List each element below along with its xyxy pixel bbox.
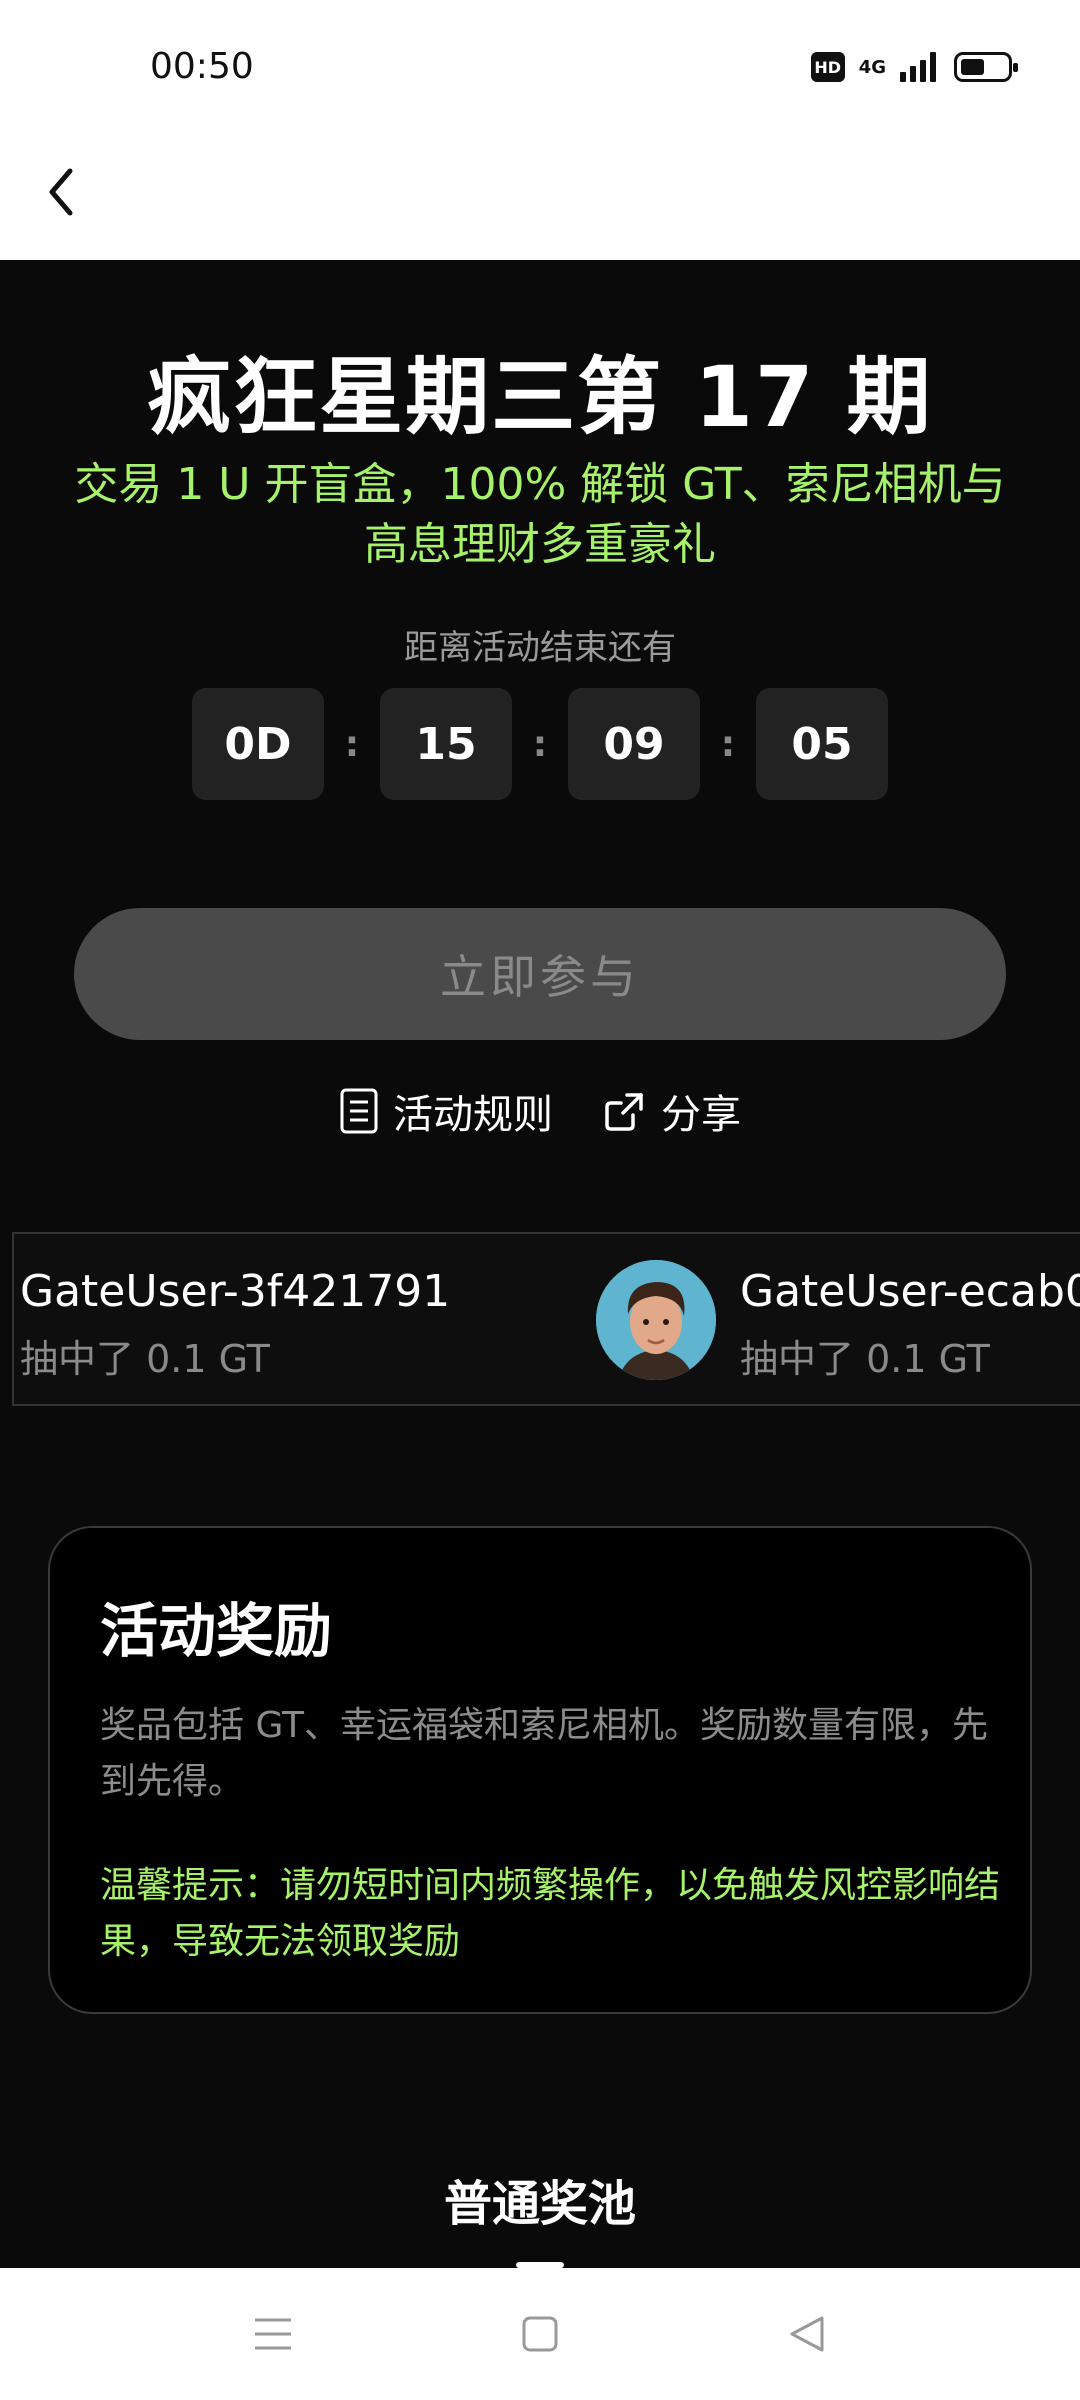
action-links: 活动规则 分享 bbox=[0, 1082, 1080, 1140]
winner-prize: 抽中了 0.1 GT bbox=[20, 1337, 270, 1381]
countdown-label: 距离活动结束还有 bbox=[404, 628, 676, 668]
network-type: 4G bbox=[858, 56, 886, 78]
countdown-separator: : bbox=[720, 723, 736, 765]
countdown-separator: : bbox=[532, 723, 548, 765]
home-button[interactable] bbox=[500, 2294, 580, 2374]
tab-normal-pool[interactable]: 普通奖池 bbox=[0, 2164, 1080, 2234]
winner-prize: 抽中了 0.1 GT bbox=[740, 1337, 990, 1381]
rewards-title: 活动奖励 bbox=[100, 1597, 333, 1665]
subtitle-line-2: 高息理财多重豪礼 bbox=[364, 519, 716, 570]
winner-username: GateUser-ecab0 bbox=[740, 1266, 1080, 1317]
rewards-card: 活动奖励 奖品包括 GT、幸运福袋和索尼相机。奖励数量有限，先到先得。 温馨提示… bbox=[48, 1526, 1032, 2014]
system-nav-bar bbox=[0, 2268, 1080, 2400]
square-icon bbox=[522, 2316, 558, 2352]
countdown-seconds: 05 bbox=[756, 688, 888, 800]
countdown-separator: : bbox=[344, 723, 360, 765]
page-title: 疯狂星期三第 17 期 bbox=[147, 348, 933, 446]
top-nav-bar bbox=[0, 142, 1080, 260]
share-icon bbox=[605, 1093, 643, 1131]
menu-button[interactable] bbox=[233, 2294, 313, 2374]
countdown-timer: 0D : 15 : 09 : 05 bbox=[0, 688, 1080, 800]
share-label: 分享 bbox=[661, 1092, 741, 1138]
back-nav-button[interactable] bbox=[767, 2294, 847, 2374]
triangle-back-icon bbox=[790, 2316, 824, 2352]
status-bar: 00:50 HD 4G bbox=[0, 0, 1080, 142]
rules-label: 活动规则 bbox=[393, 1092, 553, 1138]
avatar bbox=[596, 1260, 716, 1380]
countdown-hours: 15 bbox=[380, 688, 512, 800]
back-button[interactable] bbox=[36, 162, 86, 222]
rewards-description: 奖品包括 GT、幸运福袋和索尼相机。奖励数量有限，先到先得。 bbox=[100, 1705, 989, 1802]
signal-icon bbox=[900, 52, 936, 82]
avatar-image bbox=[596, 1260, 716, 1380]
document-icon bbox=[340, 1088, 378, 1134]
join-now-button[interactable]: 立即参与 bbox=[74, 908, 1006, 1040]
hd-badge: HD bbox=[810, 52, 845, 82]
battery-icon bbox=[954, 52, 1018, 82]
share-link[interactable]: 分享 bbox=[603, 1082, 741, 1140]
menu-icon bbox=[255, 2318, 292, 2350]
winner-ticker: GateUser-3f421791 抽中了 0.1 GT GateUser-ec… bbox=[12, 1232, 1080, 1406]
countdown-minutes: 09 bbox=[568, 688, 700, 800]
status-time: 00:50 bbox=[150, 46, 254, 87]
page-subtitle: 交易 1 U 开盲盒，100% 解锁 GT、索尼相机与 高息理财多重豪礼 bbox=[50, 455, 1030, 575]
countdown-days: 0D bbox=[192, 688, 324, 800]
rewards-tip: 温馨提示：请勿短时间内频繁操作，以免触发风控影响结果，导致无法领取奖励 bbox=[100, 1865, 1001, 1962]
winner-username: GateUser-3f421791 bbox=[20, 1266, 451, 1317]
status-icons: HD 4G bbox=[810, 52, 1018, 82]
rules-link[interactable]: 活动规则 bbox=[339, 1082, 553, 1140]
chevron-left-icon bbox=[49, 168, 73, 216]
battery-fill bbox=[961, 59, 984, 75]
subtitle-line-1: 交易 1 U 开盲盒，100% 解锁 GT、索尼相机与 bbox=[74, 459, 1006, 510]
